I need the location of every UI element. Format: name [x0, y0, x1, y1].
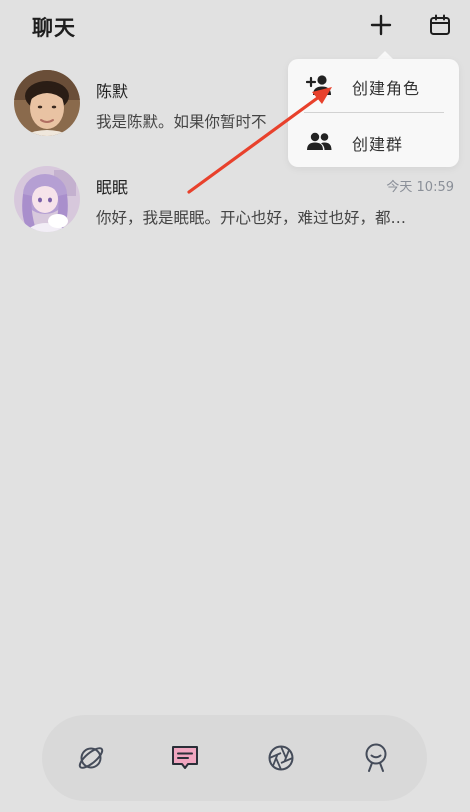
plus-icon	[370, 14, 392, 36]
group-icon	[307, 132, 332, 150]
page-title: 聊天	[32, 16, 76, 40]
aperture-icon	[268, 745, 294, 771]
chat-item-mianmian[interactable]: 眠眠 今天 10:59 你好，我是眠眠。开心也好，难过也好，都…	[0, 162, 470, 246]
bottom-nav-bar	[42, 715, 427, 801]
menu-item-create-character[interactable]: 创建角色	[288, 59, 459, 111]
calendar-button[interactable]	[425, 10, 455, 40]
calendar-icon	[430, 14, 450, 35]
chat-icon	[172, 746, 198, 769]
add-button[interactable]	[366, 10, 396, 40]
chat-preview: 你好，我是眠眠。开心也好，难过也好，都…	[96, 209, 407, 227]
header-bar: 聊天	[0, 0, 470, 56]
chat-preview: 我是陈默。如果你暂时不	[96, 113, 267, 131]
nav-discover[interactable]	[74, 741, 108, 775]
menu-item-create-group[interactable]: 创建群	[288, 115, 459, 167]
menu-divider	[304, 112, 444, 113]
chat-name: 眠眠	[96, 178, 129, 197]
create-dropdown-menu: 创建角色 创建群	[288, 59, 459, 167]
avatar	[14, 70, 80, 136]
nav-chat[interactable]	[168, 741, 202, 775]
menu-label: 创建群	[352, 135, 404, 154]
menu-label: 创建角色	[352, 79, 421, 98]
nav-profile[interactable]	[359, 741, 393, 775]
nav-moments[interactable]	[264, 741, 298, 775]
profile-icon	[365, 743, 387, 772]
add-person-icon	[306, 75, 331, 95]
chat-name: 陈默	[96, 82, 129, 101]
chat-timestamp: 今天 10:59	[386, 180, 454, 195]
planet-icon	[78, 747, 104, 769]
avatar	[14, 166, 80, 232]
